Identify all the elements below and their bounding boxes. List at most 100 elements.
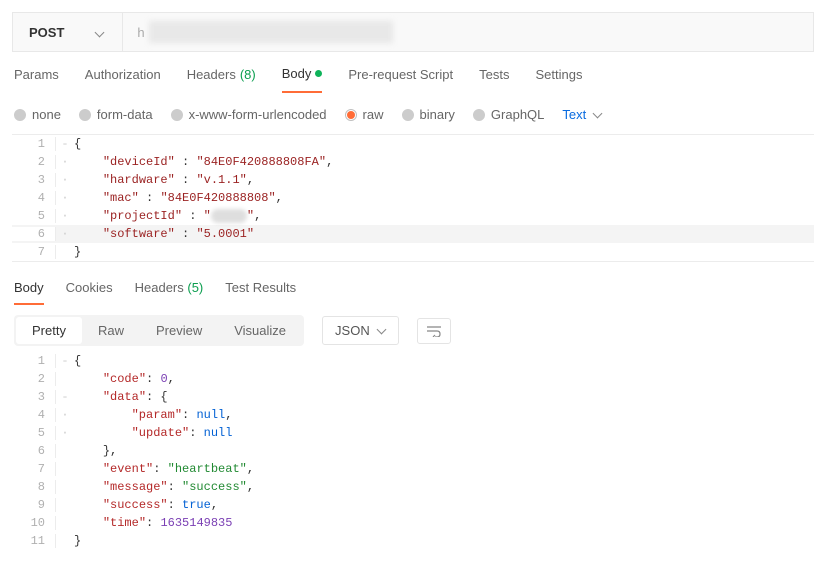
gutter: 4 xyxy=(12,191,56,205)
fold-col: · xyxy=(56,426,74,440)
fold-col: · xyxy=(56,227,74,241)
tab-params[interactable]: Params xyxy=(14,66,59,93)
code-text: "mac" xyxy=(103,191,139,205)
chevron-down-icon xyxy=(94,27,104,37)
fold-icon[interactable]: - xyxy=(56,137,74,151)
radio-icon xyxy=(402,109,414,121)
response-tabs: Body Cookies Headers (5) Test Results xyxy=(0,262,826,305)
format-select[interactable]: JSON xyxy=(322,316,399,345)
code-text: "84E0F420888808" xyxy=(160,191,275,205)
gutter: 8 xyxy=(12,480,56,494)
code-text: "event" xyxy=(103,462,153,476)
gutter: 1 xyxy=(12,137,56,151)
radio-binary[interactable]: binary xyxy=(402,107,455,122)
radio-none[interactable]: none xyxy=(14,107,61,122)
fold-col: · xyxy=(56,155,74,169)
radio-raw-label: raw xyxy=(363,107,384,122)
code-text: " xyxy=(247,209,254,223)
code-text: "update" xyxy=(132,426,190,440)
tab-body[interactable]: Body xyxy=(282,66,323,93)
radio-graphql-label: GraphQL xyxy=(491,107,544,122)
gutter: 9 xyxy=(12,498,56,512)
tab-authorization[interactable]: Authorization xyxy=(85,66,161,93)
radio-icon xyxy=(473,109,485,121)
gutter: 6 xyxy=(12,227,56,241)
gutter: 5 xyxy=(12,209,56,223)
code-text: "message" xyxy=(103,480,168,494)
view-pretty[interactable]: Pretty xyxy=(16,317,82,344)
code-text: "time" xyxy=(103,516,146,530)
radio-form-data-label: form-data xyxy=(97,107,153,122)
code-text: "v.1.1" xyxy=(196,173,246,187)
code-text: "5.0001" xyxy=(196,227,254,241)
code-text: "hardware" xyxy=(103,173,175,187)
request-body-editor[interactable]: 1-{ 2· "deviceId" : "84E0F420888808FA", … xyxy=(12,134,814,262)
tab-headers[interactable]: Headers (8) xyxy=(187,66,256,93)
response-tab-body[interactable]: Body xyxy=(14,280,44,305)
chevron-down-icon xyxy=(376,324,386,334)
response-tab-cookies[interactable]: Cookies xyxy=(66,280,113,305)
gutter: 11 xyxy=(12,534,56,548)
format-select-label: JSON xyxy=(335,323,370,338)
dot-green-icon xyxy=(315,70,322,77)
code-text: "success" xyxy=(182,480,247,494)
fold-icon[interactable]: - xyxy=(56,390,74,404)
radio-binary-label: binary xyxy=(420,107,455,122)
code-text: { xyxy=(74,354,81,368)
tab-prerequest[interactable]: Pre-request Script xyxy=(348,66,453,93)
code-text: } xyxy=(74,534,81,548)
radio-icon xyxy=(14,109,26,121)
body-type-row: none form-data x-www-form-urlencoded raw… xyxy=(0,93,826,130)
body-text-dropdown[interactable]: Text xyxy=(562,107,602,122)
radio-icon-selected xyxy=(345,109,357,121)
gutter: 3 xyxy=(12,173,56,187)
fold-col: · xyxy=(56,209,74,223)
radio-icon xyxy=(79,109,91,121)
fold-icon[interactable]: - xyxy=(56,354,74,368)
code-text: null xyxy=(204,426,233,440)
wrap-icon xyxy=(426,325,442,337)
response-tab-headers[interactable]: Headers (5) xyxy=(135,280,204,305)
gutter: 10 xyxy=(12,516,56,530)
code-text: "data" xyxy=(103,390,146,404)
tab-headers-count: (8) xyxy=(240,67,256,82)
radio-xwww[interactable]: x-www-form-urlencoded xyxy=(171,107,327,122)
url-text: h xyxy=(137,25,144,40)
method-label: POST xyxy=(29,25,64,40)
response-tab-headers-count: (5) xyxy=(187,280,203,295)
tab-settings[interactable]: Settings xyxy=(535,66,582,93)
radio-form-data[interactable]: form-data xyxy=(79,107,153,122)
code-text: "84E0F420888808FA" xyxy=(196,155,326,169)
response-tab-headers-label: Headers xyxy=(135,280,184,295)
radio-raw[interactable]: raw xyxy=(345,107,384,122)
view-preview[interactable]: Preview xyxy=(140,317,218,344)
response-toolbar: Pretty Raw Preview Visualize JSON xyxy=(0,305,826,352)
tab-tests[interactable]: Tests xyxy=(479,66,509,93)
gutter: 7 xyxy=(12,245,56,259)
chevron-down-icon xyxy=(592,108,602,118)
request-tabs: Params Authorization Headers (8) Body Pr… xyxy=(0,52,826,93)
gutter: 4 xyxy=(12,408,56,422)
view-raw[interactable]: Raw xyxy=(82,317,140,344)
tab-headers-label: Headers xyxy=(187,67,236,82)
code-text: "heartbeat" xyxy=(168,462,247,476)
gutter: 3 xyxy=(12,390,56,404)
code-text: 0 xyxy=(160,372,167,386)
url-input[interactable]: h xyxy=(123,13,813,51)
tab-body-label: Body xyxy=(282,66,312,81)
code-text: { xyxy=(74,137,81,151)
radio-graphql[interactable]: GraphQL xyxy=(473,107,544,122)
code-text: "projectId" xyxy=(103,209,182,223)
response-body-editor[interactable]: 1-{ 2 "code": 0, 3- "data": { 4· "param"… xyxy=(12,352,814,550)
method-select[interactable]: POST xyxy=(13,13,123,51)
fold-col: · xyxy=(56,408,74,422)
view-visualize[interactable]: Visualize xyxy=(218,317,302,344)
gutter: 2 xyxy=(12,155,56,169)
code-text: true xyxy=(182,498,211,512)
wrap-lines-button[interactable] xyxy=(417,318,451,344)
radio-none-label: none xyxy=(32,107,61,122)
response-tab-test-results[interactable]: Test Results xyxy=(225,280,296,305)
fold-col: · xyxy=(56,173,74,187)
gutter: 5 xyxy=(12,426,56,440)
code-text: "code" xyxy=(103,372,146,386)
